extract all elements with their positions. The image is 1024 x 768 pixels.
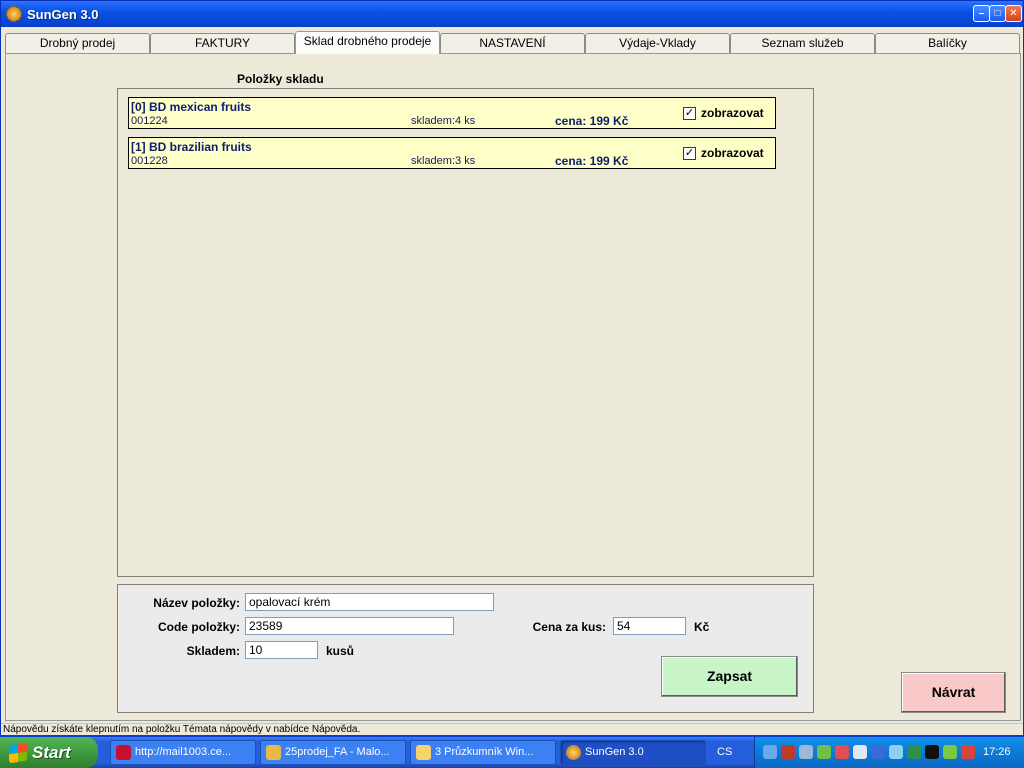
item-code: 001228	[131, 155, 168, 167]
show-checkbox[interactable]: ✓	[683, 147, 696, 160]
stock-item-list[interactable]: [0] BD mexican fruits 001224 skladem:4 k…	[117, 88, 814, 577]
window-title: SunGen 3.0	[27, 7, 99, 22]
item-code-input[interactable]	[245, 617, 454, 635]
language-indicator[interactable]: CS	[717, 746, 732, 758]
taskbar-item-browser[interactable]: http://mail1003.ce...	[110, 740, 256, 765]
unit-price-label: Cena za kus:	[532, 620, 606, 634]
speaker-icon[interactable]	[907, 745, 921, 759]
save-button[interactable]: Zapsat	[661, 656, 798, 697]
maximize-button[interactable]: □	[989, 5, 1006, 22]
stock-item[interactable]: [0] BD mexican fruits 001224 skladem:4 k…	[128, 97, 776, 129]
taskbar-item-sungen[interactable]: SunGen 3.0	[560, 740, 706, 765]
taskbar: Start http://mail1003.ce... 25prodej_FA …	[0, 737, 1024, 768]
item-name: [0] BD mexican fruits	[131, 100, 252, 114]
tab-seznam-sluzeb[interactable]: Seznam služeb	[730, 33, 875, 53]
stock-count-input[interactable]	[245, 641, 318, 659]
back-button[interactable]: Návrat	[901, 672, 1006, 713]
title-bar[interactable]: SunGen 3.0 – □ ✕	[1, 1, 1023, 27]
sungen-app-icon	[6, 6, 22, 22]
display-icon[interactable]	[871, 745, 885, 759]
tab-nastaveni[interactable]: NASTAVENÍ	[440, 33, 585, 53]
power-icon[interactable]	[943, 745, 957, 759]
task-label: 25prodej_FA - Malo...	[285, 746, 390, 758]
task-label: 3 Průzkumník Win...	[435, 746, 534, 758]
printer-icon[interactable]	[799, 745, 813, 759]
taskbar-item-paint[interactable]: 25prodej_FA - Malo...	[260, 740, 406, 765]
item-code: 001224	[131, 115, 168, 127]
start-label: Start	[32, 743, 71, 762]
taskbar-item-explorer[interactable]: 3 Průzkumník Win...	[410, 740, 556, 765]
folder-icon	[416, 745, 431, 760]
minimize-button[interactable]: –	[973, 5, 990, 22]
shield-icon[interactable]	[835, 745, 849, 759]
paint-icon	[266, 745, 281, 760]
item-code-label: Code položky:	[157, 620, 240, 634]
tab-drobny-prodej[interactable]: Drobný prodej	[5, 33, 150, 53]
tab-sklad-drobneho-prodeje[interactable]: Sklad drobného prodeje	[295, 31, 440, 54]
tab-strip: Drobný prodej FAKTURY Sklad drobného pro…	[5, 31, 1021, 54]
media-icon[interactable]	[925, 745, 939, 759]
start-button[interactable]: Start	[0, 737, 98, 768]
monitor-icon[interactable]	[853, 745, 867, 759]
item-stock: skladem:3 ks	[411, 155, 476, 167]
update-icon[interactable]	[961, 745, 975, 759]
stock-list-title: Položky skladu	[237, 72, 324, 86]
tab-balicky[interactable]: Balíčky	[875, 33, 1020, 53]
network-icon[interactable]	[763, 745, 777, 759]
item-name-label: Název položky:	[153, 596, 240, 610]
stock-item[interactable]: [1] BD brazilian fruits 001228 skladem:3…	[128, 137, 776, 169]
item-price: cena: 199 Kč	[555, 114, 629, 128]
task-label: http://mail1003.ce...	[135, 746, 231, 758]
item-price: cena: 199 Kč	[555, 154, 629, 168]
unit-price-input[interactable]	[613, 617, 686, 635]
show-checkbox-label[interactable]: zobrazovat	[701, 106, 764, 120]
tab-vydaje-vklady[interactable]: Výdaje-Vklady	[585, 33, 730, 53]
task-label: SunGen 3.0	[585, 746, 644, 758]
system-tray: 17:26	[754, 737, 1024, 768]
item-stock: skladem:4 ks	[411, 115, 476, 127]
clock: 17:26	[983, 746, 1011, 758]
stock-unit-label: kusů	[326, 644, 355, 658]
windows-logo-icon	[9, 742, 27, 764]
green-app-icon[interactable]	[817, 745, 831, 759]
status-bar: Nápovědu získáte klepnutím na položku Té…	[1, 723, 1023, 735]
antivirus-icon[interactable]	[781, 745, 795, 759]
sungen-icon	[566, 745, 581, 760]
item-edit-form: Název položky: Code položky: Skladem: ku…	[117, 584, 814, 713]
opera-icon	[116, 745, 131, 760]
stock-count-label: Skladem:	[186, 644, 240, 658]
tab-faktury[interactable]: FAKTURY	[150, 33, 295, 53]
price-currency-label: Kč	[694, 620, 710, 634]
show-checkbox[interactable]: ✓	[683, 107, 696, 120]
show-checkbox-label[interactable]: zobrazovat	[701, 146, 764, 160]
item-name-input[interactable]	[245, 593, 494, 611]
close-button[interactable]: ✕	[1005, 5, 1022, 22]
item-name: [1] BD brazilian fruits	[131, 140, 252, 154]
app-window: SunGen 3.0 – □ ✕ Drobný prodej FAKTURY S…	[0, 0, 1024, 735]
sync-icon[interactable]	[889, 745, 903, 759]
